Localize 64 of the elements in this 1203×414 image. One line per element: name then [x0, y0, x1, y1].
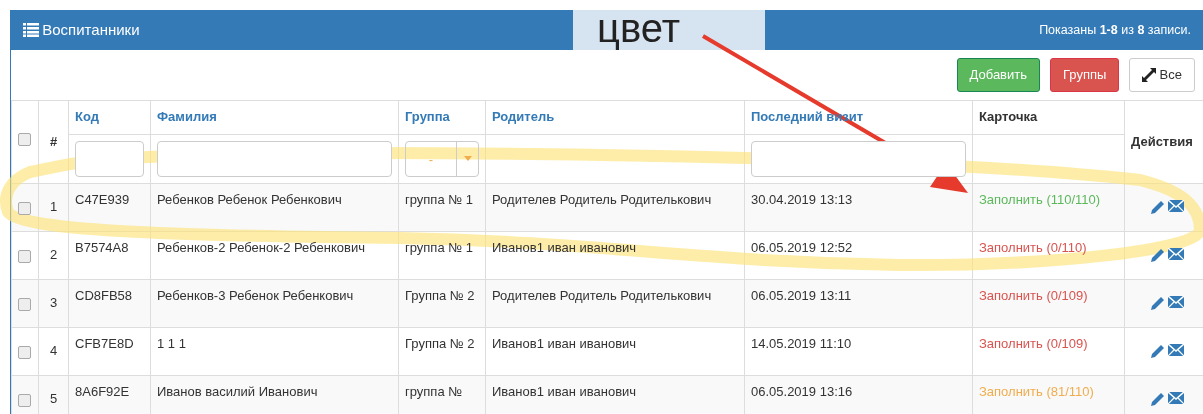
- table-cell: CD8FB58: [75, 287, 133, 303]
- expand-icon: [1142, 68, 1157, 82]
- column-header[interactable]: Родитель: [492, 109, 555, 124]
- row-checkbox[interactable]: [18, 201, 31, 215]
- annotation-label: цвет: [573, 10, 765, 50]
- column-header: Действия: [1131, 133, 1193, 149]
- show-all-button[interactable]: Все: [1129, 58, 1195, 92]
- row-number: 5: [49, 390, 58, 406]
- edit-icon[interactable]: [1150, 248, 1165, 263]
- mail-icon[interactable]: [1167, 248, 1184, 261]
- column-header: #: [49, 133, 58, 149]
- row-checkbox[interactable]: [18, 393, 31, 407]
- edit-icon[interactable]: [1150, 392, 1165, 407]
- row-checkbox[interactable]: [18, 297, 31, 311]
- edit-icon[interactable]: [1150, 344, 1165, 359]
- edit-icon[interactable]: [1150, 296, 1165, 311]
- table-cell: Ребенков-2 Ребенок-2 Ребенкович: [157, 239, 365, 255]
- column-header: Карточка: [979, 109, 1038, 124]
- column-header[interactable]: Фамилия: [157, 109, 217, 124]
- panel-title: Воспитанники: [42, 19, 140, 40]
- add-button[interactable]: Добавить: [956, 58, 1040, 92]
- table-cell: Иванов1 иван иванович: [492, 335, 637, 351]
- edit-icon[interactable]: [1150, 200, 1165, 215]
- table-cell: Ребенков-3 Ребенок Ребенкович: [157, 287, 354, 303]
- table-cell: 14.05.2019 11:10: [751, 335, 852, 351]
- select-all-checkbox[interactable]: [18, 132, 31, 146]
- table-cell: группа №: [405, 383, 463, 399]
- table-cell: Иванов1 иван иванович: [492, 383, 637, 399]
- row-number: 3: [49, 294, 58, 310]
- table-cell: группа № 1: [405, 191, 474, 207]
- table-cell: 06.05.2019 12:52: [751, 239, 853, 255]
- table-cell: 06.05.2019 13:16: [751, 383, 853, 399]
- table-cell: группа № 1: [405, 239, 474, 255]
- mail-icon[interactable]: [1167, 392, 1184, 405]
- table-cell: CFB7E8D: [75, 335, 134, 351]
- column-header[interactable]: Код: [75, 109, 99, 124]
- table-cell: Иванов василий Иванович: [157, 383, 318, 399]
- table-cell: B7574A8: [75, 239, 129, 255]
- filter-field[interactable]: [75, 140, 144, 177]
- table-cell: Иванов1 иван иванович: [492, 239, 637, 255]
- groups-button[interactable]: Группы: [1050, 58, 1120, 92]
- row-number: 1: [49, 198, 58, 214]
- table-cell: Группа № 2: [405, 335, 475, 351]
- filter-field[interactable]: [751, 140, 966, 177]
- table-cell: 1 1 1: [157, 335, 186, 351]
- table-cell: 30.04.2019 13:13: [751, 191, 853, 207]
- table-cell: Ребенков Ребенок Ребенкович: [157, 191, 342, 207]
- table-cell: 06.05.2019 13:11: [751, 287, 852, 303]
- records-summary: Показаны 1-8 из 8 записи.: [1039, 21, 1191, 39]
- caret-icon: [463, 156, 472, 162]
- list-icon: [23, 23, 39, 37]
- table-cell: Группа № 2: [405, 287, 475, 303]
- table-cell: C47E939: [75, 191, 130, 207]
- filter-field[interactable]: [157, 140, 392, 177]
- mail-icon[interactable]: [1167, 344, 1184, 357]
- row-checkbox[interactable]: [18, 249, 31, 263]
- mail-icon[interactable]: [1167, 200, 1184, 213]
- table-cell: Родителев Родитель Родителькович: [492, 287, 712, 303]
- table-cell: Родителев Родитель Родителькович: [492, 191, 712, 207]
- mail-icon[interactable]: [1167, 296, 1184, 309]
- row-checkbox[interactable]: [18, 345, 31, 359]
- row-number: 4: [49, 342, 58, 358]
- row-number: 2: [49, 246, 58, 262]
- table-cell: 8A6F92E: [75, 383, 130, 399]
